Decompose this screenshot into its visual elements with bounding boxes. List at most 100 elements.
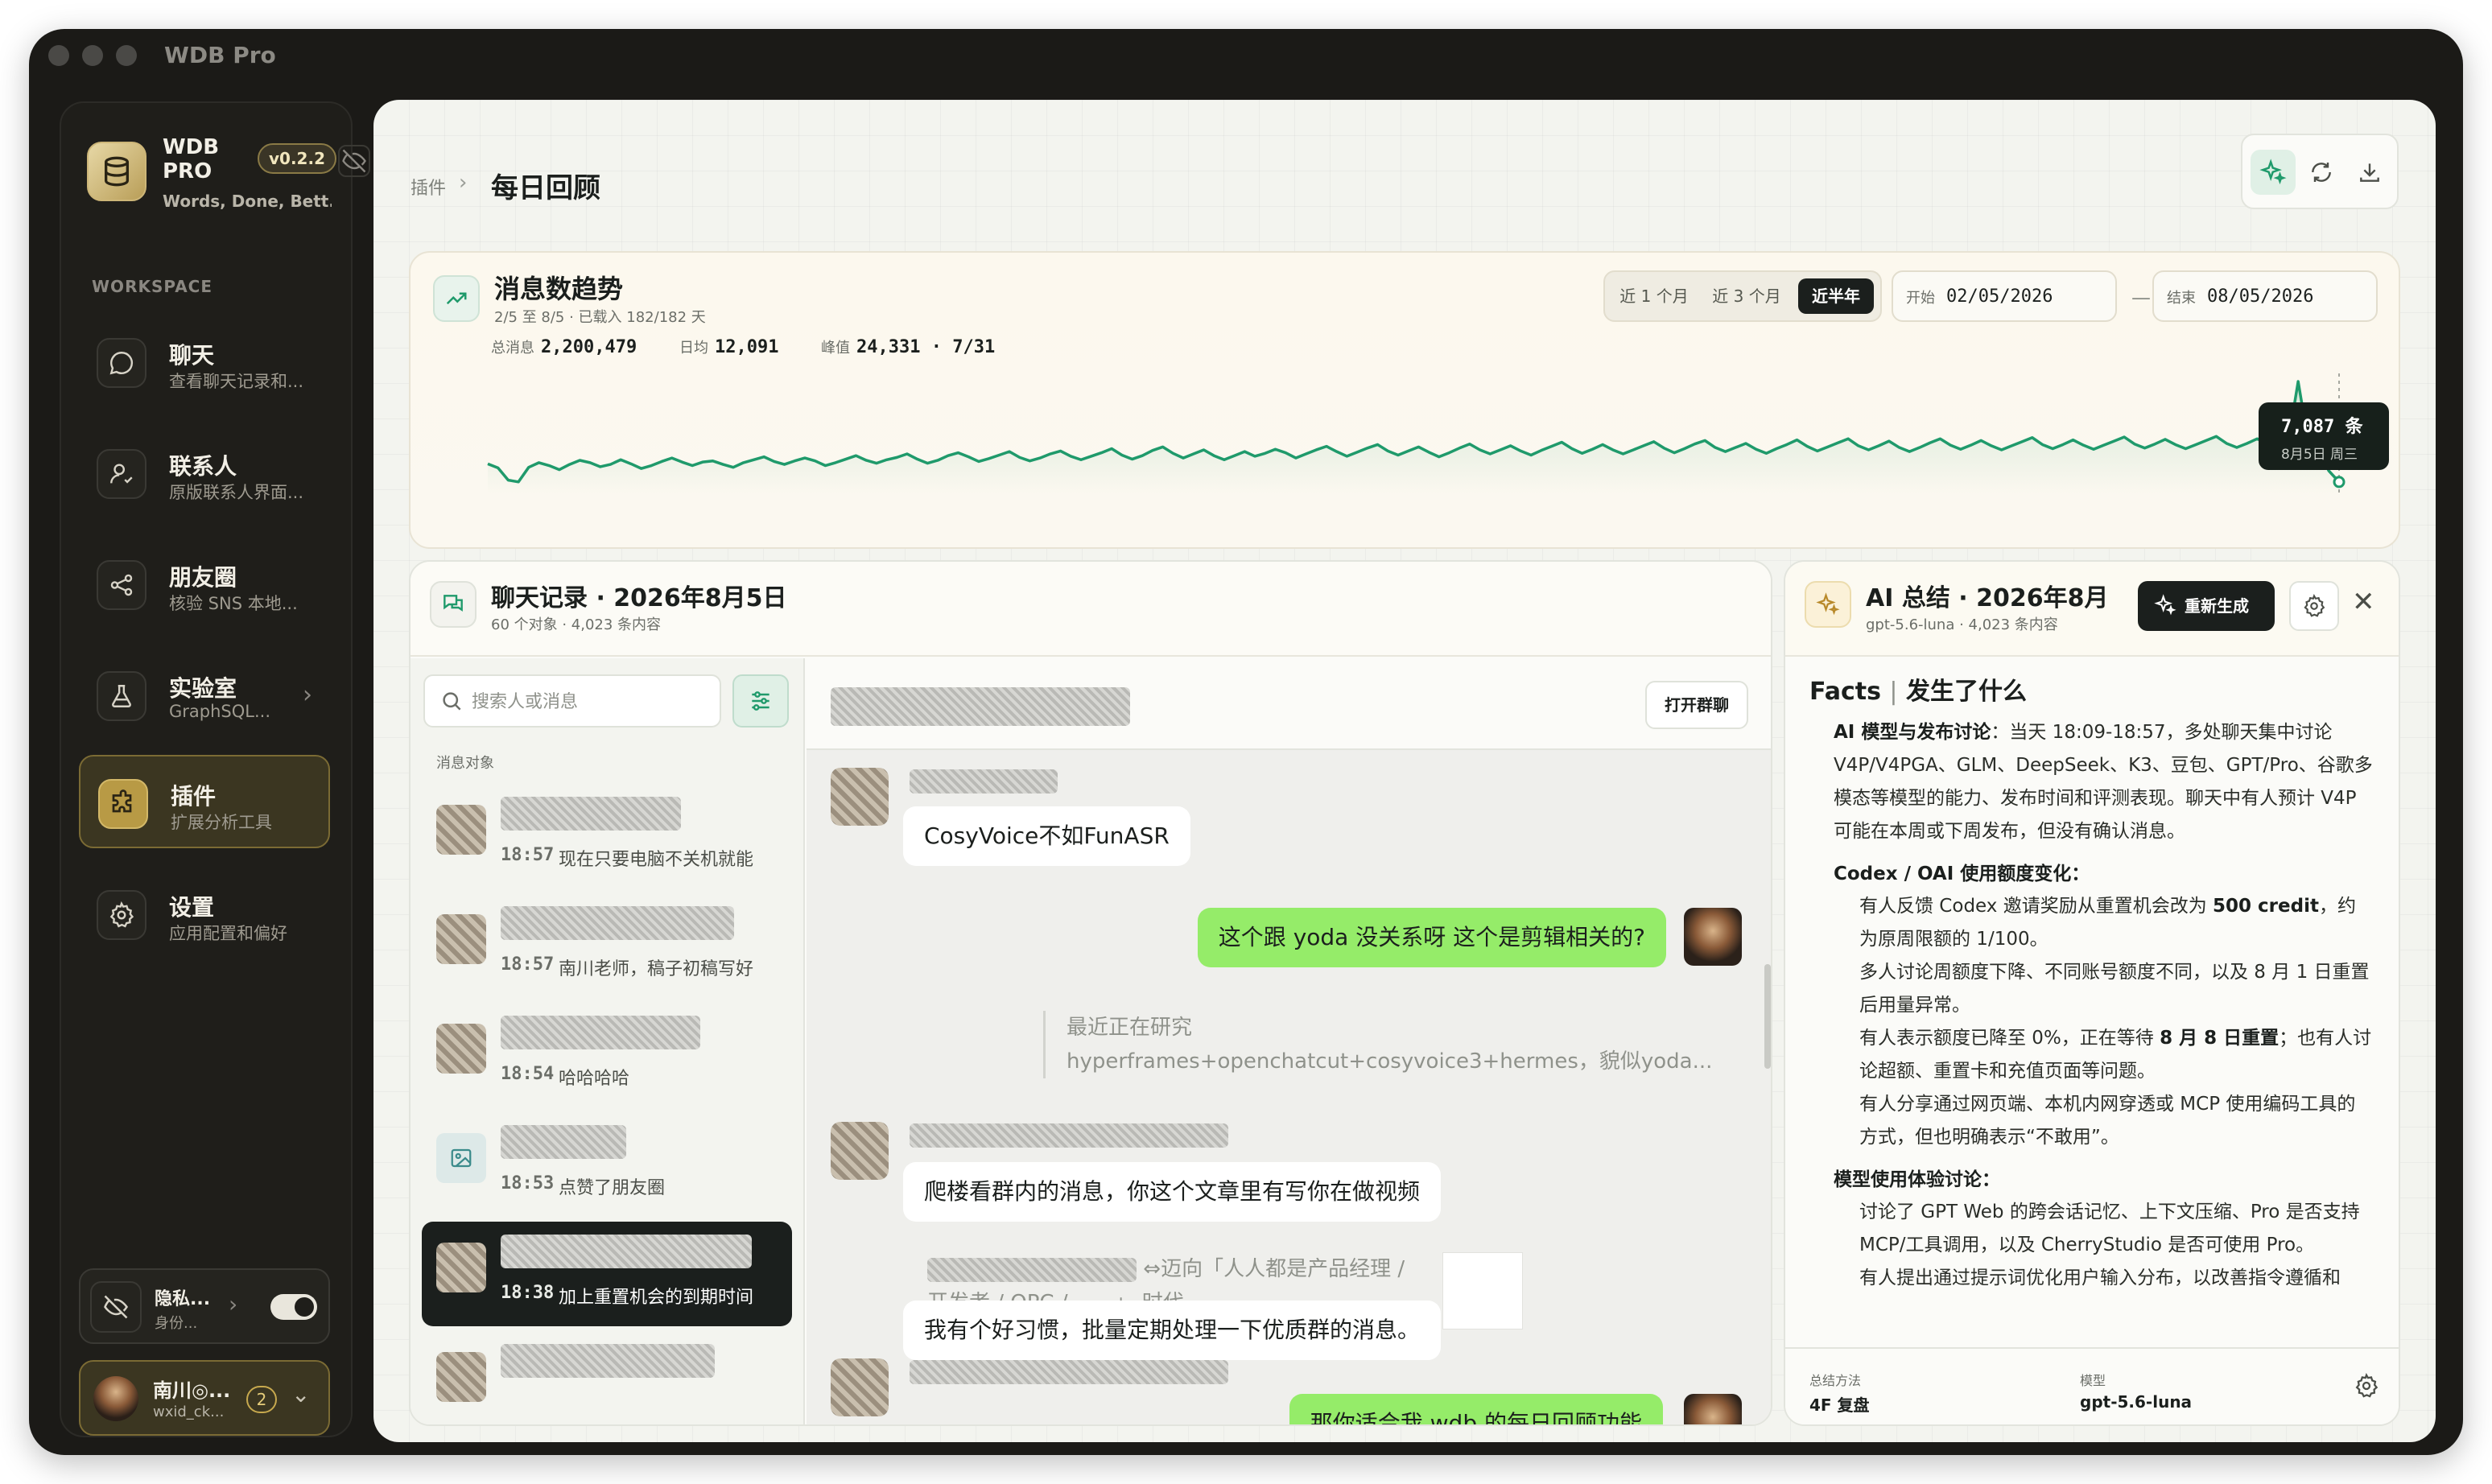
trend-card: 消息数趋势 2/5 至 8/5 · 已载入 182/182 天 总消息 2,200… — [409, 251, 2400, 549]
database-icon — [87, 142, 146, 201]
regenerate-button[interactable]: 重新生成 — [2138, 581, 2275, 631]
sliders-icon — [752, 691, 769, 711]
search-input[interactable] — [472, 687, 705, 716]
redacted-sender — [910, 1123, 1228, 1148]
conversation-item[interactable]: 18:54 哈哈哈哈 — [422, 1003, 792, 1107]
conversation-item[interactable]: 18:38 加上重置机会的到期时间 — [422, 1222, 792, 1326]
link-title: 迈向「人人都是产品经理 / — [1161, 1257, 1405, 1281]
stat-value: 12,091 — [715, 337, 779, 357]
facts-divider: | — [1889, 678, 1898, 706]
gear-icon — [2304, 594, 2325, 617]
sidebar-item-title: 聊天 — [169, 342, 215, 369]
sidebar-item-contacts[interactable]: 联系人 原版联系人界面... — [79, 427, 330, 520]
message-bubble: 我有个好习惯，批量定期处理一下优质群的消息。 — [903, 1301, 1442, 1360]
facts-heading: Facts | 发生了什么 — [1809, 671, 2373, 707]
conversation-item[interactable]: 18:53 点赞了朋友圈 — [422, 1112, 792, 1217]
redacted-name — [501, 1016, 700, 1049]
ai-card-subtitle: gpt-5.6-luna · 4,023 条内容 — [1866, 616, 2058, 633]
flask-icon — [97, 671, 146, 721]
sidebar: WDB PRO v0.2.2 Words, Done, Bett... WORK… — [60, 101, 370, 1437]
privacy-subtitle: 身份... — [155, 1315, 198, 1332]
redacted-group-name — [831, 687, 1130, 726]
breadcrumb-parent[interactable]: 插件 — [411, 174, 446, 200]
download-button[interactable] — [2347, 150, 2392, 195]
sidebar-item-subtitle: 查看聊天记录和... — [169, 372, 304, 391]
window-title: WDB Pro — [164, 42, 276, 68]
conversation-time: 18:57 — [501, 845, 555, 865]
ai-card-footer: 总结方法 4F 复盘 模型 gpt-5.6-luna — [1785, 1347, 2399, 1424]
start-date-field[interactable]: 开始 02/05/2026 — [1892, 270, 2117, 322]
redacted-name — [501, 1235, 752, 1268]
avatar — [436, 914, 486, 964]
sidebar-item-subtitle: 应用配置和偏好 — [169, 924, 287, 943]
sidebar-item-moments[interactable]: 朋友圈 核验 SNS 本地... — [79, 538, 330, 631]
ai-card-title: AI 总结 · 2026年8月... — [1866, 584, 2107, 612]
refresh-button[interactable] — [2299, 150, 2344, 195]
summary-text: 有人表示额度已降至 0%，正在等待 — [1859, 1028, 2160, 1049]
conversation-item[interactable]: 18:57 南川老师，稿子初稿写好 — [422, 893, 792, 998]
section-heading: Codex / OAI 使用额度变化： — [1834, 858, 2373, 885]
range-3-months[interactable]: 近 3 个月 — [1703, 278, 1790, 314]
zoom-window-button[interactable] — [116, 45, 137, 66]
sidebar-item-settings[interactable]: 设置 应用配置和偏好 — [79, 868, 330, 961]
sidebar-item-title: 插件 — [171, 783, 217, 810]
user-icon — [97, 449, 146, 499]
redacted-name — [501, 1125, 626, 1159]
sidebar-item-subtitle: 原版联系人界面... — [169, 483, 304, 502]
sparkle-button[interactable] — [2251, 150, 2296, 195]
sidebar-item-lab[interactable]: 实验室 GraphSQL... › — [79, 649, 330, 742]
summary-paragraph: 有人反馈 Codex 邀请奖励从重置机会改为 500 credit，约为原周限额… — [1859, 890, 2373, 956]
sidebar-item-chat[interactable]: 聊天 查看聊天记录和... — [79, 315, 330, 409]
range-1-month[interactable]: 近 1 个月 — [1611, 278, 1697, 314]
chart-tooltip: 7,087 条 8月5日 周三 — [2259, 402, 2389, 470]
privacy-toggle-card[interactable]: 隐私... 身份... › — [79, 1268, 330, 1344]
conversation-list-label: 消息对象 — [436, 755, 494, 772]
summary-paragraph: 有人提出通过提示词优化用户输入分布，以改善指令遵循和 — [1859, 1268, 2341, 1288]
end-date-field[interactable]: 结束 08/05/2026 — [2152, 270, 2378, 322]
account-card[interactable]: 南川◎... wxid_ck... 2 ⌄ — [79, 1360, 330, 1436]
close-window-button[interactable] — [48, 45, 69, 66]
ai-summary-body: Facts | 发生了什么 AI 模型与发布讨论：当天 18:09-18:57，… — [1809, 671, 2373, 1309]
brand-slogan: Words, Done, Bett... — [163, 192, 332, 211]
ai-settings-button[interactable] — [2289, 581, 2339, 631]
message-bubble: CosyVoice不如FunASR — [903, 806, 1190, 866]
sidebar-item-title: 设置 — [169, 894, 215, 921]
conversation-preview: 加上重置机会的到期时间 — [559, 1288, 754, 1308]
conversation-time: 18:54 — [501, 1064, 555, 1084]
eye-off-icon[interactable] — [338, 145, 370, 177]
chat-card-title: 聊天记录 · 2026年8月5日 — [491, 584, 787, 612]
redacted-text — [927, 1257, 1137, 1282]
open-group-button[interactable]: 打开群聊 — [1645, 681, 1748, 729]
section-heading: 模型使用体验讨论： — [1834, 1164, 2373, 1191]
method-label: 总结方法 — [1809, 1373, 1862, 1388]
conversation-item[interactable]: 18:57 现在只要电脑不关机就能 — [422, 784, 792, 888]
avatar — [1684, 908, 1742, 966]
privacy-switch[interactable] — [270, 1294, 317, 1320]
conversation-time: 18:38 — [501, 1283, 555, 1303]
trend-chart[interactable] — [480, 373, 2379, 526]
conversation-item[interactable] — [422, 1331, 792, 1412]
chat-card-header: 聊天记录 · 2026年8月5日 60 个对象 · 4,023 条内容 — [411, 562, 1771, 657]
scrollbar[interactable] — [1764, 964, 1771, 1069]
sidebar-item-subtitle: 核验 SNS 本地... — [169, 594, 298, 613]
summary-text: 有人反馈 Codex 邀请奖励从重置机会改为 — [1859, 896, 2214, 917]
sidebar-item-title: 实验室 — [169, 675, 237, 702]
share-icon — [97, 560, 146, 610]
search-box — [423, 674, 721, 728]
gear-icon[interactable] — [2354, 1373, 2379, 1399]
stat-label: 峰值 — [821, 340, 850, 357]
sidebar-item-plugins[interactable]: 插件 扩展分析工具 — [79, 755, 330, 848]
range-half-year[interactable]: 近半年 — [1798, 278, 1874, 314]
messages-icon — [430, 581, 477, 628]
minimize-window-button[interactable] — [82, 45, 103, 66]
stat-value: 2,200,479 — [541, 337, 637, 357]
sidebar-item-subtitle: GraphSQL... — [169, 702, 270, 721]
version-badge: v0.2.2 — [258, 143, 336, 174]
filter-button[interactable] — [732, 674, 789, 728]
start-date-label: 开始 — [1906, 290, 1935, 307]
close-icon[interactable]: ✕ — [2352, 586, 2375, 618]
avatar — [831, 1122, 889, 1180]
top-actions — [2241, 134, 2399, 209]
avatar — [831, 768, 889, 826]
breadcrumb-separator-icon: › — [459, 171, 468, 195]
